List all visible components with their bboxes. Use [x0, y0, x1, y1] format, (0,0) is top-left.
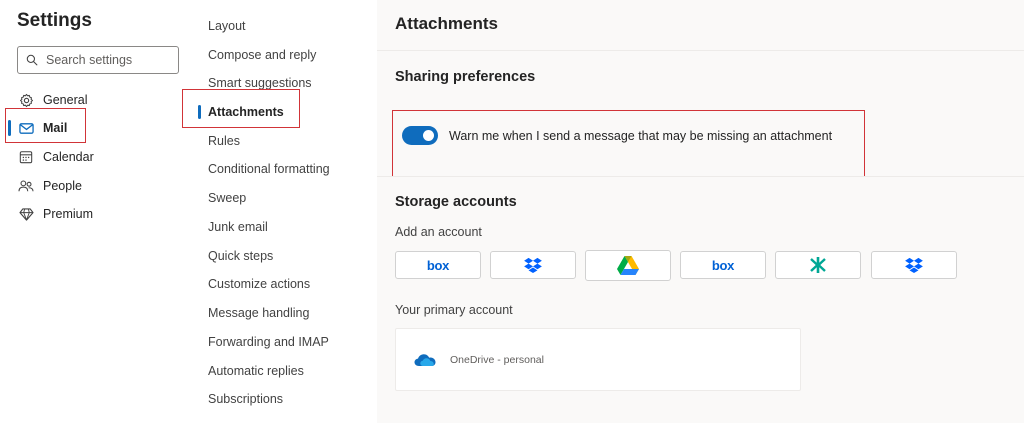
nav-item-label: Compose and reply: [208, 48, 317, 62]
search-settings-input[interactable]: [46, 53, 166, 67]
egnyte-icon: [810, 257, 826, 273]
category-label: Premium: [43, 207, 94, 221]
nav-item-message-handling[interactable]: Message handling: [196, 299, 377, 327]
nav-item-label: Junk email: [208, 220, 268, 234]
add-google-drive-account-button[interactable]: [585, 250, 671, 281]
add-dropbox-account-button-2[interactable]: [871, 251, 957, 279]
nav-item-label: Quick steps: [208, 249, 274, 263]
add-dropbox-account-button[interactable]: [490, 251, 576, 279]
nav-item-label: Rules: [208, 134, 240, 148]
nav-item-customize-actions[interactable]: Customize actions: [196, 270, 377, 298]
nav-item-label: Customize actions: [208, 277, 311, 291]
category-people[interactable]: People: [8, 173, 188, 199]
nav-item-label: Smart suggestions: [208, 76, 312, 90]
title-divider: [377, 50, 1024, 51]
primary-account-card: OneDrive - personal: [395, 328, 801, 391]
dropbox-icon: [524, 257, 542, 273]
page-title: Attachments: [395, 14, 498, 33]
add-box-account-button-2[interactable]: box: [680, 251, 766, 279]
search-icon: [26, 54, 38, 66]
nav-item-label: Subscriptions: [208, 392, 284, 406]
category-premium[interactable]: Premium: [8, 201, 188, 227]
primary-account-name: OneDrive - personal: [450, 353, 544, 366]
nav-item-label: Sweep: [208, 191, 247, 205]
dropbox-icon: [905, 257, 923, 273]
mail-settings-nav: Layout Compose and reply Smart suggestio…: [182, 0, 377, 423]
nav-item-label: Forwarding and IMAP: [208, 335, 329, 349]
section-divider: [377, 176, 1024, 177]
nav-item-quick-steps[interactable]: Quick steps: [196, 242, 377, 270]
attachments-content-pane: Attachments Sharing preferences Warn me …: [377, 0, 1024, 423]
calendar-icon: [18, 149, 34, 165]
category-label: People: [43, 179, 82, 193]
gear-icon: [18, 92, 34, 108]
nav-item-rules[interactable]: Rules: [196, 127, 377, 155]
nav-item-label: Layout: [208, 19, 246, 33]
nav-item-conditional-formatting[interactable]: Conditional formatting: [196, 155, 377, 183]
nav-item-automatic-replies[interactable]: Automatic replies: [196, 357, 377, 385]
nav-item-subscriptions[interactable]: Subscriptions: [196, 385, 377, 413]
nav-item-sweep[interactable]: Sweep: [196, 184, 377, 212]
primary-account-label: Your primary account: [395, 303, 513, 317]
category-label: Calendar: [43, 150, 94, 164]
category-calendar[interactable]: Calendar: [8, 144, 188, 170]
nav-item-forwarding-and-imap[interactable]: Forwarding and IMAP: [196, 328, 377, 356]
onedrive-icon: [414, 353, 436, 366]
highlight-attachments: [182, 89, 300, 128]
nav-item-junk-email[interactable]: Junk email: [196, 213, 377, 241]
storage-accounts-heading: Storage accounts: [395, 194, 517, 210]
add-account-label: Add an account: [395, 225, 482, 239]
sharing-preferences-heading: Sharing preferences: [395, 69, 536, 85]
highlight-warning-toggle: [392, 110, 865, 177]
highlight-mail: [5, 108, 86, 143]
google-drive-icon: [617, 256, 639, 275]
nav-item-layout[interactable]: Layout: [196, 12, 377, 40]
category-label: General: [43, 93, 88, 107]
settings-title: Settings: [17, 10, 92, 31]
box-logo-icon: box: [711, 257, 735, 273]
nav-item-label: Message handling: [208, 306, 310, 320]
nav-item-compose-and-reply[interactable]: Compose and reply: [196, 41, 377, 69]
people-icon: [18, 178, 34, 194]
search-settings-box[interactable]: [17, 46, 179, 74]
diamond-icon: [18, 206, 34, 222]
box-logo-icon: box: [426, 257, 450, 273]
settings-category-pane: Settings General Mail Calendar People: [0, 0, 196, 423]
add-box-account-button[interactable]: box: [395, 251, 481, 279]
nav-item-label: Conditional formatting: [208, 162, 330, 176]
add-egnyte-account-button[interactable]: [775, 251, 861, 279]
nav-item-label: Automatic replies: [208, 364, 304, 378]
